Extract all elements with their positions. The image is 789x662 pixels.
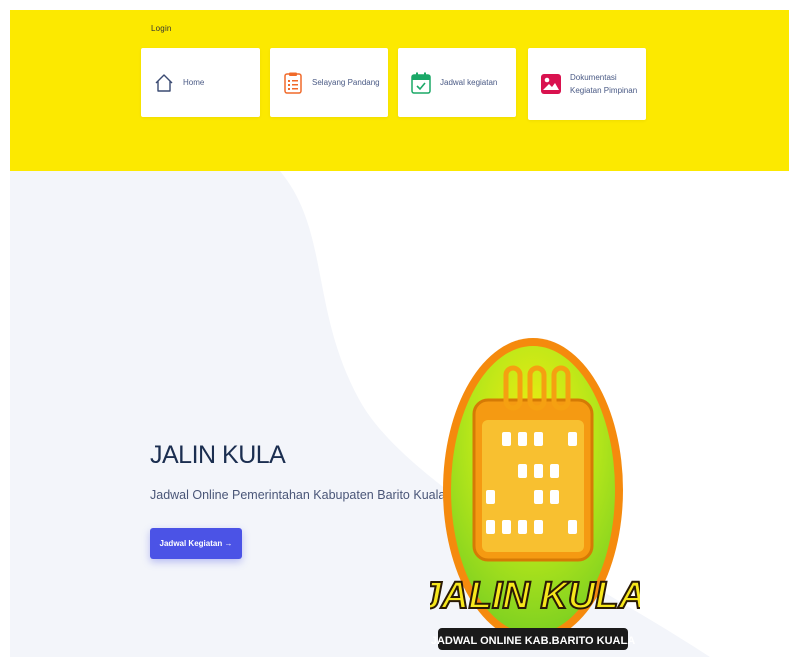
nav-card-label: Jadwal kegiatan <box>440 78 498 87</box>
nav-card-label: Home <box>183 78 205 87</box>
hero-section <box>10 171 789 657</box>
nav-card-dokumentasi[interactable]: Dokumentasi Kegiatan Pimpinan <box>528 48 646 120</box>
nav-card-home[interactable]: Home <box>141 48 260 117</box>
logo-sub-text: JADWAL ONLINE KAB.BARITO KUALA <box>431 635 635 647</box>
nav-card-selayang-pandang[interactable]: Selayang Pandang <box>270 48 388 117</box>
jalin-kula-logo: JALIN KULA JADWAL ONLINE KAB.BARITO KUAL… <box>419 330 647 662</box>
nav-card-jadwal-kegiatan[interactable]: Jadwal kegiatan <box>398 48 516 117</box>
hero-background-shape <box>280 171 789 657</box>
home-icon <box>153 72 175 94</box>
nav-card-label: Dokumentasi Kegiatan Pimpinan <box>570 73 638 95</box>
calendar-check-icon <box>410 72 432 94</box>
clipboard-list-icon <box>282 72 304 94</box>
nav-card-label: Selayang Pandang <box>312 78 380 87</box>
image-icon <box>540 73 562 95</box>
jadwal-kegiatan-button[interactable]: Jadwal Kegiatan → <box>150 528 242 559</box>
hero-subtitle: Jadwal Online Pemerintahan Kabupaten Bar… <box>150 488 446 502</box>
hero-title: JALIN KULA <box>150 441 286 469</box>
login-link[interactable]: Login <box>151 24 172 33</box>
logo-main-text: JALIN KULA <box>430 575 640 617</box>
